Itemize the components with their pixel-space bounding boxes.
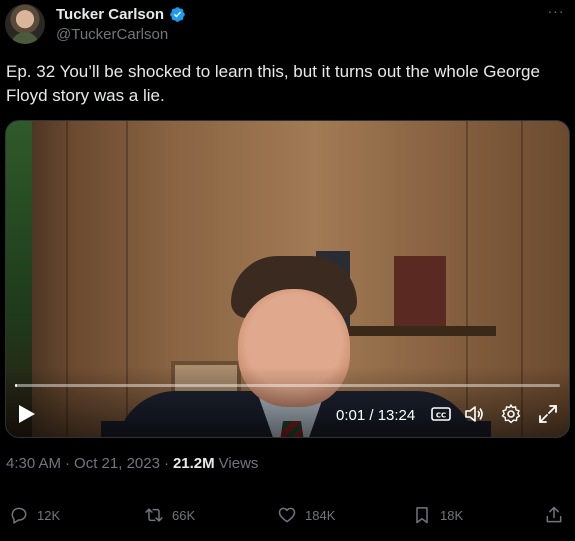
bookmark-button[interactable]: 18K [412,505,463,525]
tweet-time[interactable]: 4:30 AM [6,455,61,472]
verified-badge-icon [170,7,185,22]
reply-count: 12K [37,507,61,523]
views-label: Views [218,455,259,472]
author-name-row: Tucker Carlson [56,6,186,23]
video-time: 0:01 / 13:24 [336,407,416,424]
fullscreen-icon[interactable] [537,403,559,425]
like-count: 184K [305,507,336,523]
bookmark-count: 18K [440,507,464,523]
like-icon [278,507,296,523]
tweet-meta: 4:30 AM · Oct 21, 2023 · 21.2M Views [6,455,258,472]
video-player[interactable]: 0:01 / 13:24 CC [5,120,570,438]
settings-icon[interactable] [500,403,522,425]
more-icon[interactable]: ··· [546,4,566,22]
meta-separator: · [65,455,71,472]
tweet: Tucker Carlson @TuckerCarlson ··· Ep. 32… [0,0,575,541]
repost-button[interactable]: 66K [144,505,195,525]
like-button[interactable]: 184K [277,505,335,525]
video-progress-fill [15,384,18,387]
share-icon [546,506,562,523]
reply-icon [11,507,27,524]
meta-separator: · [163,455,169,472]
views-count[interactable]: 21.2M [173,455,215,472]
reply-button[interactable]: 12K [9,505,60,525]
repost-count: 66K [172,507,196,523]
svg-text:CC: CC [436,412,446,420]
bookmark-icon [416,507,428,524]
display-name[interactable]: Tucker Carlson [56,6,164,23]
avatar[interactable] [5,4,45,44]
video-progress-bar[interactable] [15,384,560,387]
tweet-date[interactable]: Oct 21, 2023 [74,455,160,472]
tweet-text: Ep. 32 You’ll be shocked to learn this, … [6,62,540,105]
handle[interactable]: @TuckerCarlson [56,26,168,43]
captions-icon[interactable]: CC [430,403,452,425]
repost-icon [145,508,163,522]
play-icon[interactable] [18,404,36,424]
volume-icon[interactable] [463,403,485,425]
share-button[interactable] [544,505,564,525]
